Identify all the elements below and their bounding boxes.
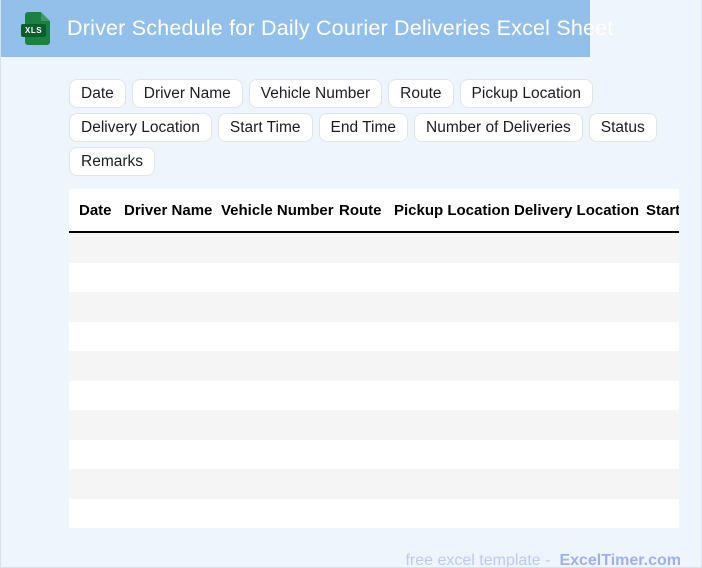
column-chip[interactable]: Route <box>388 79 454 108</box>
footer: free excel template - ExcelTimer.com <box>1 552 701 568</box>
title-banner: XLS Driver Schedule for Daily Courier De… <box>1 0 613 57</box>
column-chip[interactable]: Driver Name <box>131 79 243 108</box>
page-fold-corner-icon <box>41 12 50 21</box>
column-chip[interactable]: Vehicle Number <box>248 79 383 108</box>
table-row <box>69 380 679 410</box>
column-chip[interactable]: Start Time <box>217 113 313 142</box>
table-row <box>69 292 679 322</box>
table-row <box>69 351 679 381</box>
column-chip[interactable]: Pickup Location <box>459 79 593 108</box>
table-header-row: Date Driver Name Vehicle Number Route Pickup… <box>69 189 679 233</box>
column-chip[interactable]: Number of Deliveries <box>414 113 583 142</box>
table-row <box>69 262 679 292</box>
xls-file-icon: XLS <box>21 12 50 45</box>
table-column-header: Vehicle Number <box>221 201 334 219</box>
table-row <box>69 469 679 499</box>
column-chip[interactable]: Delivery Location <box>69 113 212 142</box>
table-row <box>69 233 679 263</box>
page-title: Driver Schedule for Daily Courier Delive… <box>67 16 614 40</box>
column-chip[interactable]: Date <box>69 79 126 108</box>
table-column-header: Driver Name <box>124 201 213 219</box>
schedule-table: Date Driver Name Vehicle Number Route Pickup… <box>69 189 679 528</box>
table-column-header: Delivery Location <box>514 201 640 219</box>
table-row <box>69 321 679 351</box>
footer-text: free excel template - <box>405 552 551 568</box>
table-body <box>69 233 679 528</box>
column-chips: Date Driver Name Vehicle Number Route Pickup… <box>69 79 701 176</box>
template-preview-page: XLS Driver Schedule for Daily Courier De… <box>0 0 702 568</box>
table-row <box>69 439 679 469</box>
table-row <box>69 498 679 528</box>
brand-link[interactable]: ExcelTimer.com <box>559 552 681 567</box>
column-chip[interactable]: Status <box>588 113 657 142</box>
table-column-header: Date <box>79 201 112 219</box>
table-column-header: Route <box>339 201 382 219</box>
table-column-header: Start Time <box>646 201 679 219</box>
table-row <box>69 410 679 440</box>
table-column-header: Pickup Location <box>394 201 510 219</box>
xls-badge: XLS <box>21 24 47 37</box>
column-chip[interactable]: End Time <box>318 113 409 142</box>
column-chip[interactable]: Remarks <box>69 147 156 176</box>
